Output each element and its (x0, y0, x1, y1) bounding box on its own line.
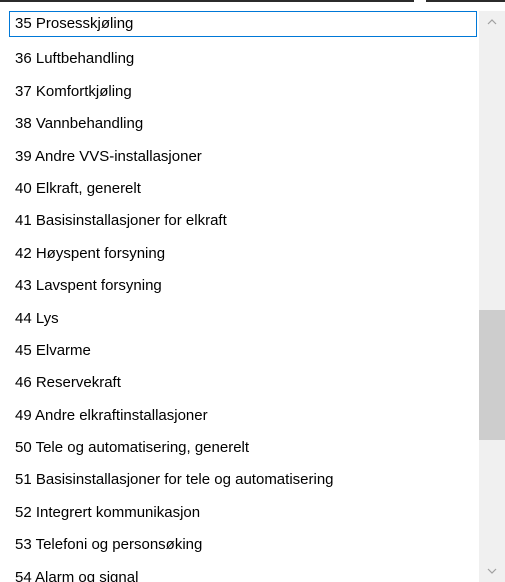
list-item[interactable]: 38 Vannbehandling (9, 108, 477, 140)
list-item[interactable]: 37 Komfortkjøling (9, 76, 477, 108)
dropdown-list-popup: 35 Prosesskjøling 36 Luftbehandling 37 K… (0, 0, 505, 582)
list-item[interactable]: 41 Basisinstallasjoner for elkraft (9, 205, 477, 237)
list-item[interactable]: 39 Andre VVS-installasjoner (9, 141, 477, 173)
vertical-scrollbar[interactable] (479, 11, 505, 582)
list-item[interactable]: 54 Alarm og signal (9, 562, 477, 582)
list-item[interactable]: 42 Høyspent forsyning (9, 238, 477, 270)
list-item[interactable]: 45 Elvarme (9, 335, 477, 367)
list-item[interactable]: 53 Telefoni og personsøking (9, 529, 477, 561)
list-item[interactable]: 46 Reservekraft (9, 367, 477, 399)
list-item[interactable]: 50 Tele og automatisering, generelt (9, 432, 477, 464)
list-item[interactable]: 44 Lys (9, 303, 477, 335)
chevron-down-icon (487, 568, 497, 574)
list-item[interactable]: 40 Elkraft, generelt (9, 173, 477, 205)
list-item[interactable]: 52 Integrert kommunikasjon (9, 497, 477, 529)
list-item[interactable]: 35 Prosesskjøling (9, 11, 477, 37)
list-item[interactable]: 43 Lavspent forsyning (9, 270, 477, 302)
scroll-up-button[interactable] (479, 11, 505, 33)
option-list: 35 Prosesskjøling 36 Luftbehandling 37 K… (9, 11, 477, 582)
combobox-edge-gap (414, 0, 426, 2)
chevron-up-icon (487, 19, 497, 25)
list-item[interactable]: 36 Luftbehandling (9, 43, 477, 75)
scroll-down-button[interactable] (479, 560, 505, 582)
combobox-bottom-edge (0, 0, 505, 2)
list-item[interactable]: 51 Basisinstallasjoner for tele og autom… (9, 464, 477, 496)
scrollbar-thumb[interactable] (479, 310, 505, 440)
list-item[interactable]: 49 Andre elkraftinstallasjoner (9, 400, 477, 432)
